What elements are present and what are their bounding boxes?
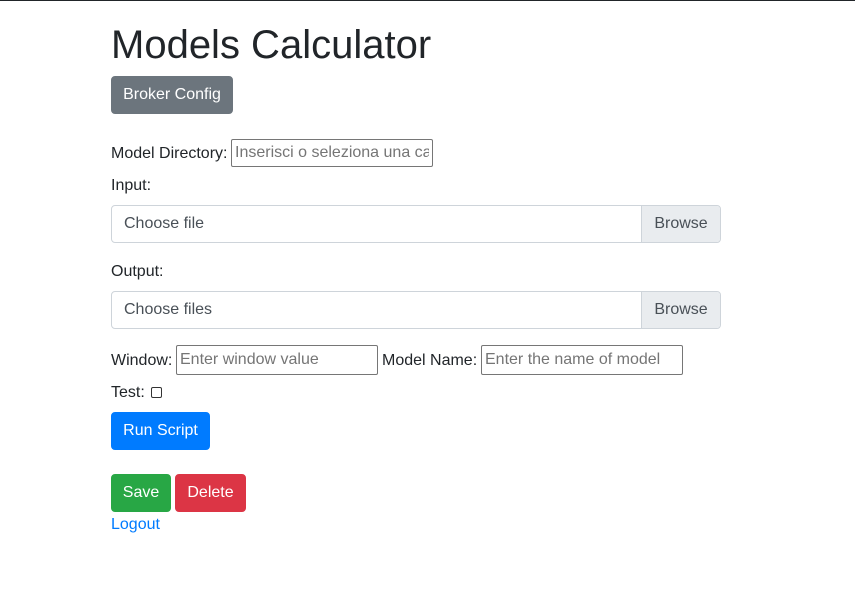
run-script-button[interactable]: Run Script — [111, 412, 210, 450]
input-file-text: Choose file — [124, 215, 205, 232]
top-border — [0, 0, 855, 1]
output-file-text: Choose files — [124, 301, 213, 318]
delete-button[interactable]: Delete — [175, 474, 246, 512]
window-label: Window: — [111, 352, 173, 369]
input-browse-button[interactable]: Browse — [641, 206, 720, 242]
save-button[interactable]: Save — [111, 474, 171, 512]
model-directory-input[interactable] — [231, 139, 433, 167]
output-browse-button[interactable]: Browse — [641, 292, 720, 328]
test-label: Test: — [111, 384, 145, 401]
output-label: Output: — [111, 263, 164, 280]
model-name-input[interactable] — [481, 345, 683, 375]
window-input[interactable] — [176, 345, 378, 375]
input-file-picker[interactable]: Choose file Browse — [111, 205, 721, 243]
model-name-label: Model Name: — [382, 352, 478, 369]
test-checkbox[interactable] — [151, 387, 162, 398]
input-label: Input: — [111, 177, 152, 194]
page-title: Models Calculator — [111, 23, 432, 67]
broker-config-button[interactable]: Broker Config — [111, 76, 233, 114]
logout-link[interactable]: Logout — [111, 515, 160, 535]
output-file-picker[interactable]: Choose files Browse — [111, 291, 721, 329]
model-directory-label: Model Directory: — [111, 145, 228, 162]
